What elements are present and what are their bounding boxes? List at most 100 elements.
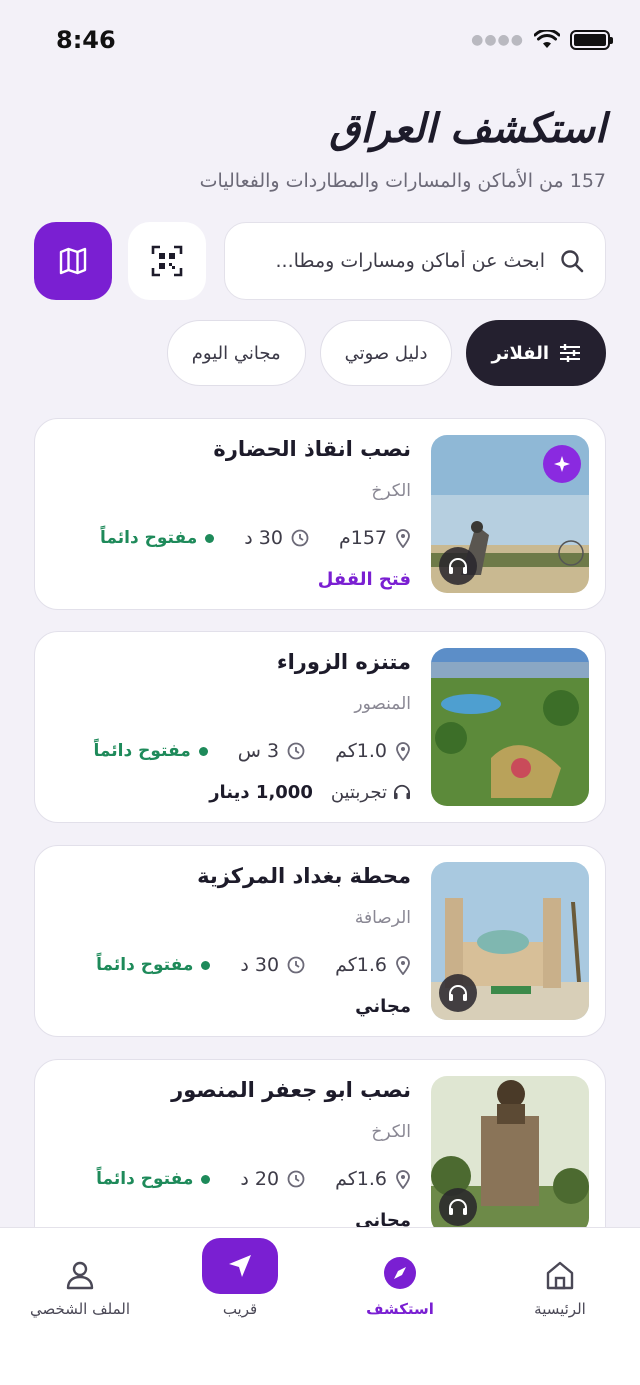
tab-explore[interactable]: استكشف [320, 1228, 480, 1318]
clock-icon [287, 742, 305, 760]
place-card[interactable]: نصب ابو جعفر المنصور الكرخ 1.6كم 20 د مف… [34, 1059, 606, 1251]
place-distance: 157م [338, 527, 387, 549]
audio-guide-badge [439, 547, 477, 585]
status-dot [198, 746, 208, 756]
place-area: المنصور [354, 694, 411, 714]
headphones-icon [449, 558, 467, 574]
place-duration: 30 د [240, 954, 280, 976]
place-info: نصب انقاذ الحضارة الكرخ 157م 30 د مفتوح … [55, 437, 411, 593]
headphones-icon [449, 1199, 467, 1215]
status-bar: 8:46 ●●●● [0, 0, 640, 80]
navigation-arrow-icon [229, 1255, 251, 1277]
chip-filters[interactable]: الفلاتر [466, 320, 606, 386]
map-icon [59, 247, 87, 275]
place-distance: 1.0كم [335, 740, 387, 762]
place-area: الكرخ [371, 1122, 411, 1142]
location-pin-icon [396, 1170, 410, 1189]
map-button[interactable] [34, 222, 112, 300]
status-dot [205, 533, 215, 543]
page-title: استكشف العراق [329, 106, 606, 152]
search-icon [561, 250, 584, 273]
place-card[interactable]: محطة بغداد المركزية الرصافة 1.6كم 30 د م… [34, 845, 606, 1037]
tab-bar: الرئيسية استكشف قريب الملف الشخصي [0, 1227, 640, 1385]
place-distance: 1.6كم [335, 954, 387, 976]
home-icon [546, 1261, 574, 1290]
tab-home[interactable]: الرئيسية [480, 1228, 640, 1318]
tab-profile-label: الملف الشخصي [30, 1300, 130, 1318]
status-icons: ●●●● [471, 30, 613, 50]
place-price: مجاني [355, 995, 411, 1017]
place-area: الكرخ [371, 481, 411, 501]
audio-guide-badge [439, 1188, 477, 1226]
place-image [431, 1076, 589, 1234]
place-meta: 1.0كم 3 س مفتوح دائماً [55, 736, 411, 766]
place-footer: تجربتين 1,000 دينار [55, 778, 411, 806]
place-info: متنزه الزوراء المنصور 1.0كم 3 س مفتوح دا… [55, 650, 412, 806]
qr-scan-button[interactable] [128, 222, 206, 300]
location-pin-icon [396, 956, 410, 975]
place-image [431, 862, 589, 1020]
open-status-label: مفتوح دائماً [100, 528, 198, 548]
search-row [34, 222, 606, 300]
audio-guide-badge [439, 974, 477, 1012]
place-image [431, 435, 589, 593]
place-info: نصب ابو جعفر المنصور الكرخ 1.6كم 20 د مف… [55, 1078, 411, 1234]
place-image [431, 648, 589, 806]
open-status-label: مفتوح دائماً [93, 741, 191, 761]
clock-icon [287, 1170, 305, 1188]
status-dot [201, 960, 211, 970]
tab-nearby-label: قريب [222, 1300, 258, 1318]
unlock-link[interactable]: فتح القفل [318, 569, 411, 590]
place-duration: 30 د [244, 527, 283, 549]
place-duration: 20 د [240, 1168, 280, 1190]
chip-audio-guide[interactable]: دليل صوتي [319, 320, 453, 386]
battery-icon [570, 30, 613, 50]
search-box[interactable] [224, 222, 606, 300]
place-distance: 1.6كم [335, 1168, 387, 1190]
place-meta: 157م 30 د مفتوح دائماً [55, 523, 411, 553]
place-title: نصب انقاذ الحضارة [213, 437, 411, 461]
clock-icon [287, 956, 305, 974]
tab-home-label: الرئيسية [534, 1300, 586, 1318]
chip-filters-label: الفلاتر [491, 342, 549, 364]
qr-code-icon [151, 245, 183, 277]
open-status-label: مفتوح دائماً [96, 1169, 194, 1189]
featured-badge [543, 445, 581, 483]
open-status: مفتوح دائماً [94, 741, 208, 761]
chip-free-today[interactable]: مجاني اليوم [166, 320, 306, 386]
compass-icon [384, 1257, 416, 1289]
place-footer: مجاني [55, 992, 411, 1020]
nearby-button[interactable] [202, 1238, 278, 1294]
open-status: مفتوح دائماً [100, 528, 215, 548]
open-status: مفتوح دائماً [96, 955, 211, 975]
sparkle-icon [554, 456, 570, 472]
location-pin-icon [396, 529, 410, 548]
place-title: محطة بغداد المركزية [197, 864, 411, 888]
open-status-label: مفتوح دائماً [96, 955, 194, 975]
wifi-icon [534, 30, 560, 48]
audio-tries-label: تجربتين [330, 781, 387, 803]
location-pin-icon [396, 742, 410, 761]
status-time: 8:46 [56, 26, 116, 54]
place-footer: فتح القفل [55, 565, 411, 593]
place-price: 1,000 دينار [209, 781, 313, 803]
place-card[interactable]: متنزه الزوراء المنصور 1.0كم 3 س مفتوح دا… [34, 631, 606, 823]
chip-audio-guide-label: دليل صوتي [344, 342, 428, 364]
tab-profile[interactable]: الملف الشخصي [0, 1228, 160, 1318]
place-duration: 3 س [237, 740, 280, 762]
filter-chips: الفلاتر دليل صوتي مجاني اليوم [166, 320, 606, 386]
filter-icon [560, 344, 580, 362]
place-area: الرصافة [354, 908, 411, 928]
chip-free-today-label: مجاني اليوم [191, 342, 281, 364]
tab-explore-label: استكشف [366, 1300, 434, 1318]
tab-nearby[interactable]: قريب [160, 1228, 320, 1318]
search-input[interactable] [245, 250, 545, 272]
user-icon [66, 1261, 94, 1290]
place-title: نصب ابو جعفر المنصور [171, 1078, 411, 1102]
place-card[interactable]: نصب انقاذ الحضارة الكرخ 157م 30 د مفتوح … [34, 418, 606, 610]
place-title: متنزه الزوراء [276, 650, 411, 674]
page-subtitle: 157 من الأماكن والمسارات والمطاردات والف… [199, 170, 606, 192]
clock-icon [291, 529, 309, 547]
audio-tries: تجربتين [331, 782, 411, 803]
status-dot [201, 1174, 211, 1184]
